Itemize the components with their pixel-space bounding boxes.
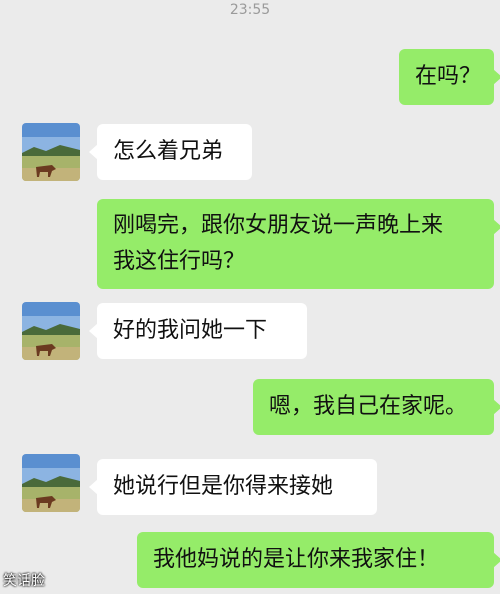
- message-bubble-outgoing[interactable]: 嗯，我自己在家呢。: [253, 379, 500, 435]
- message-text: 怎么着兄弟: [113, 139, 224, 164]
- message-bubble-outgoing[interactable]: 刚喝完，跟你女朋友说一声晚上来 我这住行吗？: [97, 199, 500, 289]
- message-text: 她说行但是你得来接她: [113, 474, 334, 499]
- contact-avatar[interactable]: [22, 302, 80, 360]
- message-text: 好的我问她一下: [113, 318, 268, 343]
- contact-avatar[interactable]: [22, 123, 80, 181]
- message-text: 嗯，我自己在家呢。: [269, 394, 468, 419]
- message-bubble-outgoing[interactable]: 在吗？: [399, 49, 500, 105]
- message-text-line: 我这住行吗？: [113, 249, 246, 274]
- timestamp: 23:55: [229, 2, 271, 18]
- message-bubble-incoming[interactable]: 怎么着兄弟: [89, 124, 252, 180]
- message-bubble-outgoing[interactable]: 我他妈说的是让你来我家住！: [137, 532, 500, 588]
- landscape-avatar-icon: [22, 454, 80, 512]
- message-text-line: 刚喝完，跟你女朋友说一声晚上来: [113, 213, 444, 238]
- landscape-avatar-icon: [22, 123, 80, 181]
- landscape-avatar-icon: [22, 302, 80, 360]
- contact-avatar[interactable]: [22, 454, 80, 512]
- message-text: 我他妈说的是让你来我家住！: [153, 547, 440, 572]
- message-text: 在吗？: [415, 64, 482, 89]
- message-bubble-incoming[interactable]: 好的我问她一下: [89, 303, 307, 359]
- watermark: 笑话脸: [3, 573, 45, 589]
- message-bubble-incoming[interactable]: 她说行但是你得来接她: [89, 459, 377, 515]
